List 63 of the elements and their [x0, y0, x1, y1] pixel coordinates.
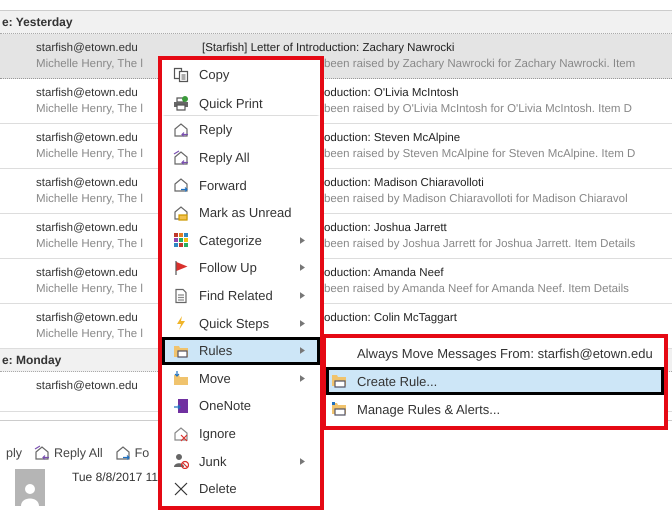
sender-text: starfish@etown.edu	[36, 177, 138, 189]
sender-text: starfish@etown.edu	[36, 132, 138, 144]
group-header[interactable]: e: Yesterday	[0, 11, 672, 34]
preview-text: Michelle Henry, The l	[36, 328, 143, 340]
folder-envelope-icon	[331, 373, 347, 389]
subject-text: [Starfish] Letter of Introduction: Zachary Nawrocki	[202, 42, 454, 54]
preview-text: been raised by Amanda Neef for Amanda Neef. Item Details	[324, 283, 629, 295]
preview-text: been raised by Steven McAlpine for Steven McAlpine. Item D	[324, 148, 636, 160]
avatar-icon	[14, 469, 46, 506]
menu-item[interactable]: Rules	[162, 336, 320, 365]
date-text: Tue 8/8/2017 11	[72, 470, 158, 484]
menu-item[interactable]: Create Rule...	[326, 367, 664, 395]
preview-text: Michelle Henry, The l	[36, 283, 143, 295]
reply-button[interactable]: ply	[4, 445, 24, 461]
preview-text: Michelle Henry, The l	[36, 103, 143, 115]
sender-text: starfish@etown.edu	[36, 222, 138, 234]
subject-text: oduction: Madison Chiaravolloti	[324, 177, 484, 189]
folder-arrow-icon	[173, 370, 189, 386]
copy-icon	[173, 66, 189, 83]
category-grid-icon	[173, 232, 189, 248]
menu-item[interactable]: Quick Print	[162, 88, 320, 116]
preview-text: Michelle Henry, The l	[36, 58, 143, 70]
sender-text: starfish@etown.edu	[36, 267, 138, 279]
sender-text: starfish@etown.edu	[36, 42, 138, 54]
menu-item[interactable]: Reply All	[162, 144, 320, 172]
subject-text: oduction: Colin McTaggart	[324, 312, 457, 324]
preview-text: been raised by Joshua Jarrett for Joshua Jarrett. Item Details	[324, 238, 636, 250]
preview-text: been raised by Madison Chiaravolloti for Madison Chiaravol	[324, 193, 628, 205]
junk-icon	[173, 453, 189, 470]
folder-envelope-icon	[331, 401, 347, 417]
menu-item[interactable]: Delete	[162, 474, 320, 502]
subject-text: oduction: Amanda Neef	[324, 267, 444, 279]
printer-icon	[173, 95, 189, 112]
preview-text: been raised by Zachary Nawrocki for Zachary Nawrocki. Item	[324, 58, 636, 70]
sender-text: starfish@etown.edu	[36, 87, 138, 99]
menu-item[interactable]: Ignore	[162, 420, 320, 448]
reply-icon	[173, 122, 189, 138]
menu-item[interactable]: Categorize	[162, 226, 320, 254]
notebook-icon	[173, 398, 189, 414]
forward-icon	[173, 177, 189, 194]
subject-text: oduction: Joshua Jarrett	[324, 222, 447, 234]
menu-item[interactable]: Junk	[162, 447, 320, 475]
delete-icon	[173, 480, 189, 497]
menu-item[interactable]: Quick Steps	[162, 309, 320, 337]
menu-item[interactable]: OneNote	[162, 392, 320, 420]
subject-text: oduction: O'Livia McIntosh	[324, 87, 459, 99]
sender-text: starfish@etown.edu	[36, 380, 138, 392]
document-icon	[173, 288, 189, 304]
sender-text: starfish@etown.edu	[36, 312, 138, 324]
menu-item[interactable]: Manage Rules & Alerts...	[326, 395, 664, 423]
subject-text: oduction: Steven McAlpine	[324, 132, 460, 144]
reply-all-button[interactable]: Reply All	[32, 445, 105, 461]
preview-text: Michelle Henry, The l	[36, 193, 143, 205]
menu-item[interactable]: Move	[162, 364, 320, 392]
menu-item[interactable]: Forward	[162, 171, 320, 199]
reply-all-icon	[173, 150, 189, 166]
flag-icon	[173, 260, 189, 276]
preview-text: Michelle Henry, The l	[36, 238, 143, 250]
reply-all-icon	[34, 445, 50, 461]
forward-icon	[114, 445, 131, 461]
preview-text: been raised by O'Livia McIntosh for O'Livia McIntosh. Item D	[324, 103, 632, 115]
forward-button[interactable]: Fo	[112, 445, 152, 461]
preview-text: Michelle Henry, The l	[36, 148, 143, 160]
